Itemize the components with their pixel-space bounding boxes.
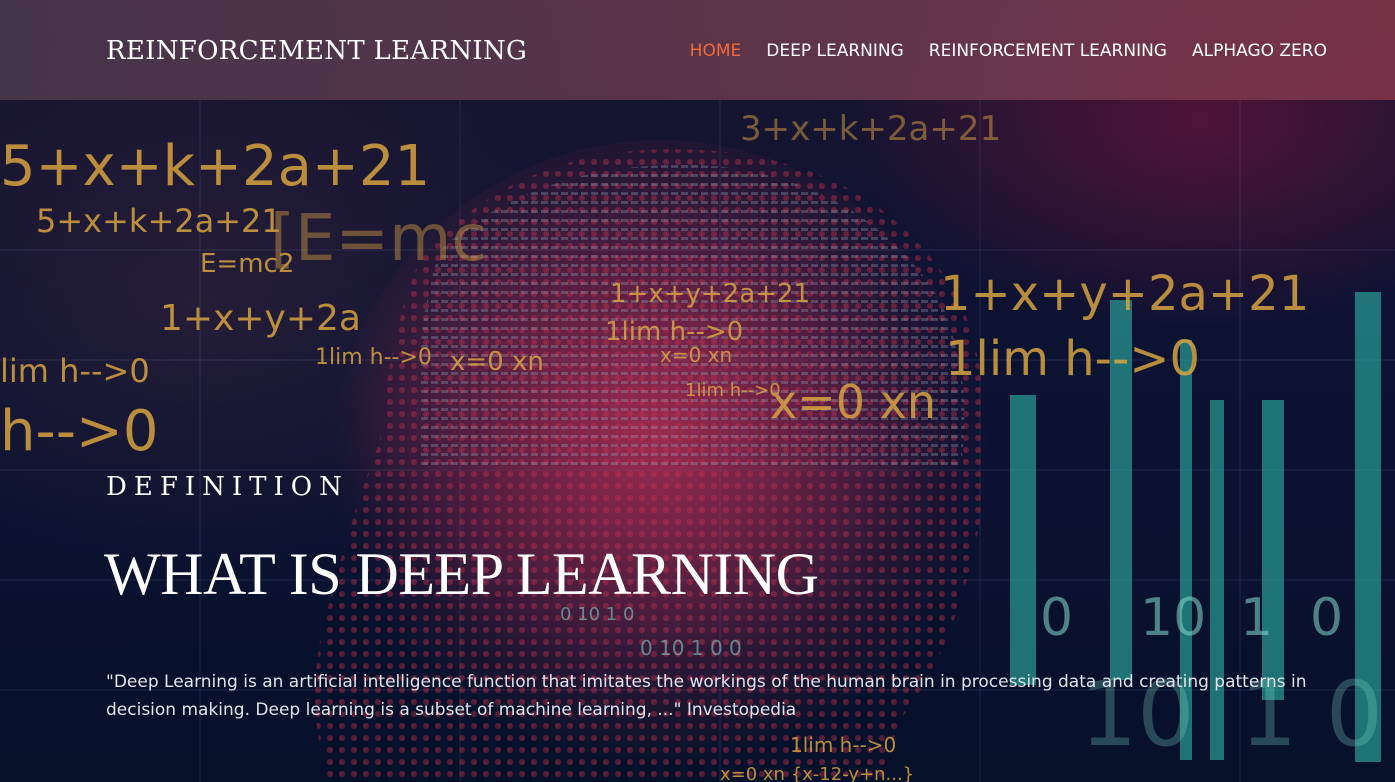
svg-text:0: 0: [1040, 588, 1073, 648]
svg-text:lim h-->0: lim h-->0: [0, 352, 150, 390]
svg-text:[E=mc: [E=mc: [270, 202, 487, 276]
svg-text:1: 1: [1240, 588, 1273, 648]
svg-text:1lim h-->0: 1lim h-->0: [945, 331, 1200, 387]
main-nav: HOME DEEP LEARNING REINFORCEMENT LEARNIN…: [690, 41, 1327, 61]
svg-text:0 10 1 0 0: 0 10 1 0 0: [640, 636, 742, 660]
hero-quote: "Deep Learning is an artificial intellig…: [106, 672, 1307, 720]
svg-text:1lim h-->0: 1lim h-->0: [315, 345, 432, 370]
nav-reinforcement-learning[interactable]: REINFORCEMENT LEARNING: [929, 41, 1167, 61]
site-brand[interactable]: REINFORCEMENT LEARNING: [106, 36, 527, 66]
section-eyebrow: DEFINITION: [106, 472, 349, 502]
svg-text:3+x+k+2a+21: 3+x+k+2a+21: [740, 109, 1001, 149]
svg-text:10: 10: [1140, 588, 1206, 648]
svg-text:5+x+k+2a+21: 5+x+k+2a+21: [0, 134, 430, 199]
nav-deep-learning[interactable]: DEEP LEARNING: [766, 41, 904, 61]
svg-text:5+x+k+2a+21: 5+x+k+2a+21: [36, 202, 282, 240]
hero-title: WHAT IS DEEP LEARNING: [104, 541, 819, 607]
hero-background-image: 5+x+k+2a+21 5+x+k+2a+21 E=mc2 1+x+y+2a l…: [0, 0, 1395, 782]
svg-text:1+x+y+2a: 1+x+y+2a: [160, 298, 361, 339]
background-illustration: 5+x+k+2a+21 5+x+k+2a+21 E=mc2 1+x+y+2a l…: [0, 100, 1395, 782]
svg-text:x=0 xn: x=0 xn: [770, 375, 936, 429]
svg-text:1lim h-->0: 1lim h-->0: [790, 733, 896, 757]
nav-alphago-zero[interactable]: ALPHAGO ZERO: [1192, 41, 1327, 61]
svg-text:x=0 xn: x=0 xn: [660, 343, 732, 367]
svg-text:1+x+y+2a+21: 1+x+y+2a+21: [610, 279, 810, 309]
svg-text:1+x+y+2a+21: 1+x+y+2a+21: [940, 266, 1309, 322]
top-navbar: REINFORCEMENT LEARNING HOME DEEP LEARNIN…: [0, 0, 1395, 100]
nav-home[interactable]: HOME: [690, 41, 742, 61]
svg-text:1lim h-->0: 1lim h-->0: [685, 380, 781, 401]
svg-text:0: 0: [1310, 588, 1343, 648]
svg-text:x=0 xn {x-12-y+n...}: x=0 xn {x-12-y+n...}: [720, 764, 914, 782]
svg-text:h-->0: h-->0: [0, 399, 158, 464]
svg-text:x=0 xn: x=0 xn: [450, 347, 544, 377]
